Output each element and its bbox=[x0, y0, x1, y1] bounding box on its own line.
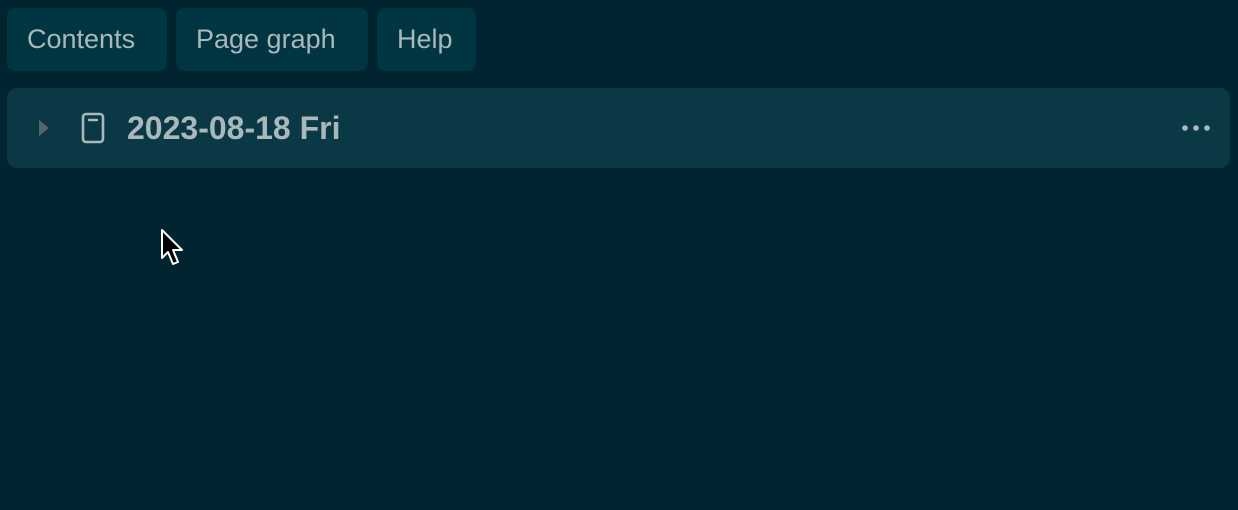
app-root: Contents Page graph Help 2023-08-18 Fri bbox=[0, 0, 1238, 510]
more-horizontal-icon[interactable] bbox=[1180, 116, 1212, 140]
tab-contents[interactable]: Contents bbox=[7, 8, 167, 71]
mouse-pointer-icon bbox=[161, 229, 183, 265]
sidebar-page-item[interactable]: 2023-08-18 Fri bbox=[7, 88, 1230, 168]
caret-right-icon[interactable] bbox=[37, 119, 51, 137]
right-sidebar-tabs: Contents Page graph Help bbox=[7, 8, 476, 71]
page-icon bbox=[81, 112, 105, 144]
tab-page-graph[interactable]: Page graph bbox=[176, 8, 368, 71]
tab-help[interactable]: Help bbox=[377, 8, 476, 71]
page-title[interactable]: 2023-08-18 Fri bbox=[127, 88, 340, 168]
